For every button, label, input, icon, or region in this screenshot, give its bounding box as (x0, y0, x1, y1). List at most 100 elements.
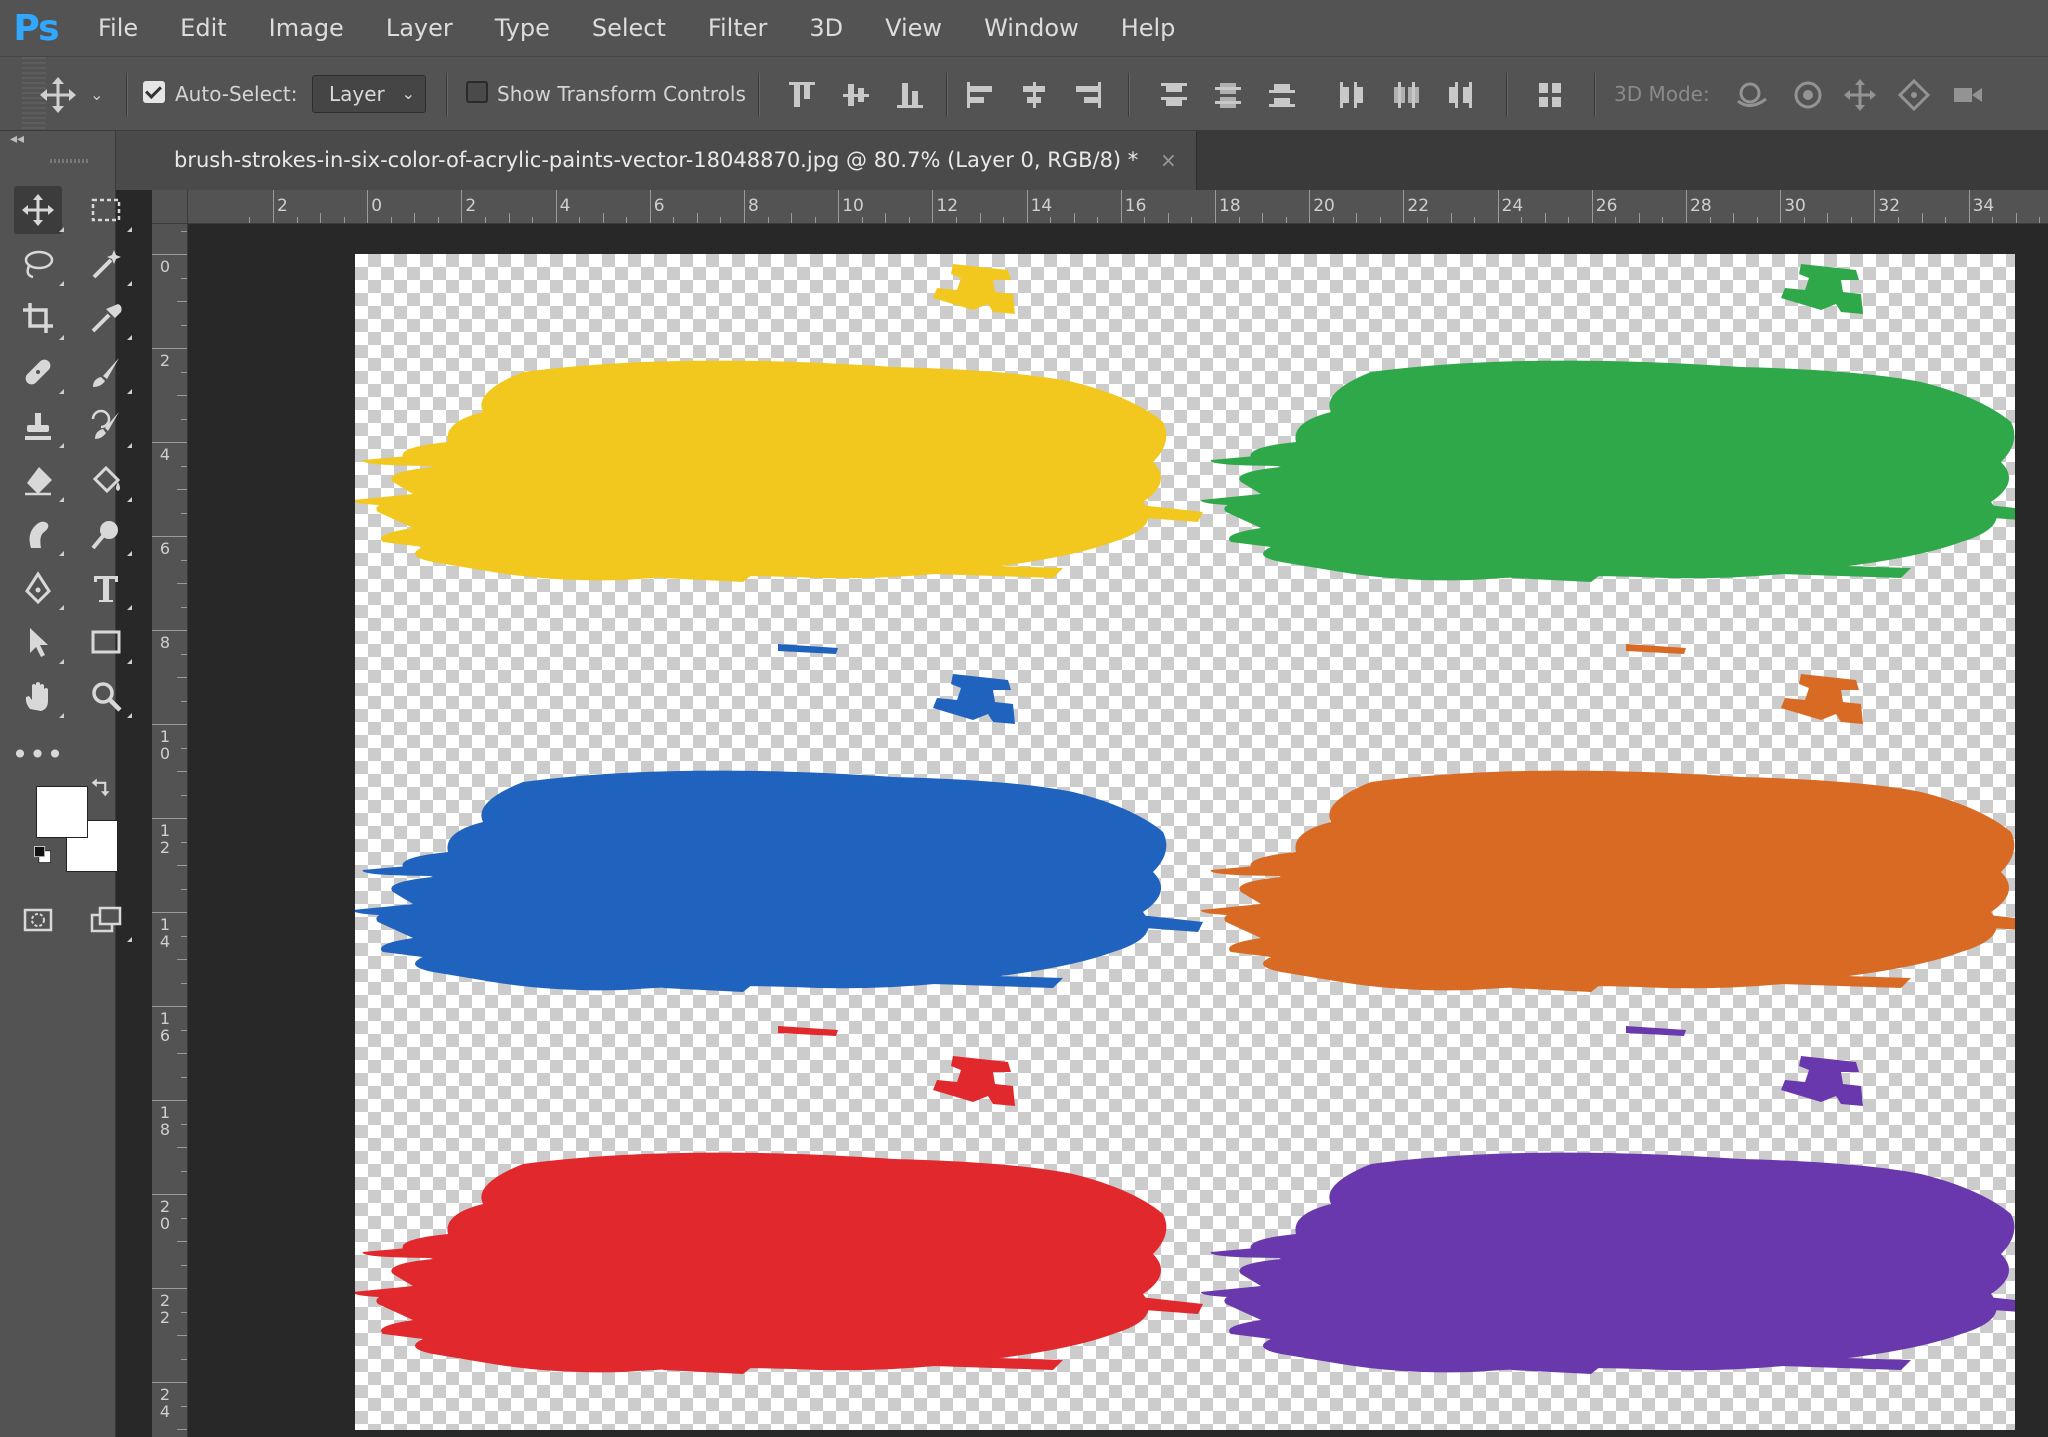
canvas[interactable] (355, 254, 2015, 1430)
menu-3d[interactable]: 3D (809, 14, 843, 42)
menu-layer[interactable]: Layer (386, 14, 453, 42)
document-workspace[interactable] (188, 224, 2048, 1437)
ruler-label: 2 (277, 196, 288, 216)
lasso-tool[interactable] (14, 240, 64, 288)
magic-wand-tool[interactable] (82, 240, 132, 288)
ruler-tick (1591, 190, 1593, 223)
ruler-tick (885, 213, 887, 223)
ruler-tick (177, 959, 187, 960)
ruler-origin[interactable] (152, 190, 188, 224)
3d-scale-camera-icon[interactable] (1950, 77, 1986, 113)
ruler-tick (955, 217, 957, 223)
foreground-color-swatch[interactable] (36, 786, 88, 838)
align-vertical-center-icon[interactable] (838, 77, 874, 113)
document-tab-bar: brush-strokes-in-six-color-of-acrylic-pa… (116, 131, 2048, 190)
rectangle-tool[interactable] (82, 618, 132, 666)
horizontal-ruler[interactable]: 2 0 2 4 6 8 10 12 14 16 18 20 22 24 26 28 30 32 34 (188, 190, 2048, 224)
stroke-body (376, 1152, 1167, 1373)
ruler-label: 20 (1313, 196, 1335, 216)
default-colors-icon[interactable] (30, 842, 56, 868)
3d-slide-icon[interactable] (1896, 77, 1932, 113)
ruler-label: 16 (1124, 196, 1147, 216)
align-bottom-icon[interactable] (892, 77, 928, 113)
eraser-tool[interactable] (14, 456, 64, 504)
align-right-icon[interactable] (1070, 77, 1106, 113)
distribute-vertical-center-icon[interactable] (1210, 77, 1246, 113)
auto-align-layers-icon[interactable] (1532, 77, 1568, 113)
stamp-tool[interactable] (14, 402, 64, 450)
distribute-right-icon[interactable] (1442, 77, 1478, 113)
paint-dash (1626, 644, 1686, 654)
healing-tool[interactable] (14, 348, 64, 396)
auto-select-checkbox[interactable] (143, 81, 165, 103)
stroke-streak (355, 492, 433, 506)
ruler-tick (1780, 190, 1782, 223)
distribute-bottom-icon[interactable] (1264, 77, 1300, 113)
quick-mask-icon[interactable] (14, 896, 62, 944)
menu-filter[interactable]: Filter (708, 14, 767, 42)
ruler-tick (181, 324, 187, 326)
path-selection-tool[interactable] (14, 618, 64, 666)
paint-stroke-orange (1200, 644, 2015, 992)
menu-view[interactable]: View (885, 14, 942, 42)
history-brush-tool[interactable] (82, 402, 132, 450)
ruler-tick (414, 213, 416, 223)
ruler-tick (177, 1241, 187, 1242)
ruler-tick (1144, 217, 1146, 223)
type-tool[interactable] (82, 564, 132, 612)
photoshop-logo: Ps (13, 7, 59, 49)
ruler-tick (979, 213, 981, 223)
hand-tool[interactable] (14, 672, 64, 720)
3d-pan-icon[interactable] (1842, 77, 1878, 113)
document-tab[interactable]: brush-strokes-in-six-color-of-acrylic-pa… (116, 131, 1197, 190)
show-transform-checkbox[interactable] (466, 81, 488, 103)
pen-icon (25, 571, 51, 605)
ruler-tick (1262, 213, 1264, 223)
align-left-icon[interactable] (962, 77, 998, 113)
distribute-left-icon[interactable] (1334, 77, 1370, 113)
more-tools-icon[interactable]: ••• (12, 730, 64, 778)
ruler-tick (181, 559, 187, 561)
align-top-icon[interactable] (784, 77, 820, 113)
3d-roll-icon[interactable] (1790, 77, 1826, 113)
move-tool[interactable] (14, 186, 64, 234)
menu-file[interactable]: File (98, 14, 138, 42)
panel-grip[interactable] (50, 159, 90, 163)
close-icon[interactable]: × (1160, 131, 1177, 190)
crop-tool[interactable] (14, 294, 64, 342)
move-tool-preset[interactable] (38, 75, 84, 115)
dodge-tool[interactable] (82, 510, 132, 558)
zoom-tool[interactable] (82, 672, 132, 720)
collapse-panel-icon[interactable]: ◂◂ (10, 131, 24, 147)
ruler-label: 14 (159, 915, 171, 951)
ruler-tick (152, 724, 187, 725)
menu-image[interactable]: Image (269, 14, 344, 42)
distribute-horizontal-center-icon[interactable] (1388, 77, 1424, 113)
swap-colors-icon[interactable] (88, 774, 114, 800)
ruler-tick (177, 301, 187, 302)
chevron-down-icon[interactable]: ⌄ (90, 57, 103, 132)
eyedropper-tool[interactable] (82, 294, 132, 342)
screen-mode-icon[interactable] (82, 896, 132, 944)
ruler-tick (273, 190, 274, 223)
ruler-tick (579, 217, 581, 223)
menu-help[interactable]: Help (1121, 14, 1176, 42)
menu-select[interactable]: Select (592, 14, 666, 42)
auto-select-target-dropdown[interactable]: Layer ⌄ (312, 75, 426, 113)
smudge-tool[interactable] (14, 510, 64, 558)
3d-orbit-icon[interactable] (1734, 77, 1770, 113)
menu-type[interactable]: Type (495, 14, 550, 42)
ruler-tick (1638, 213, 1640, 223)
brush-icon (93, 358, 119, 387)
pen-tool[interactable] (14, 564, 64, 612)
align-horizontal-center-icon[interactable] (1016, 77, 1052, 113)
brush-tool[interactable] (82, 348, 132, 396)
menu-window[interactable]: Window (984, 14, 1079, 42)
marquee-tool[interactable] (82, 186, 132, 234)
ruler-tick (861, 217, 863, 223)
menu-edit[interactable]: Edit (180, 14, 226, 42)
distribute-top-icon[interactable] (1156, 77, 1192, 113)
vertical-ruler[interactable]: 024681012141618202224 (152, 224, 188, 1437)
paint-bucket-tool[interactable] (82, 456, 132, 504)
ruler-tick (626, 217, 628, 223)
